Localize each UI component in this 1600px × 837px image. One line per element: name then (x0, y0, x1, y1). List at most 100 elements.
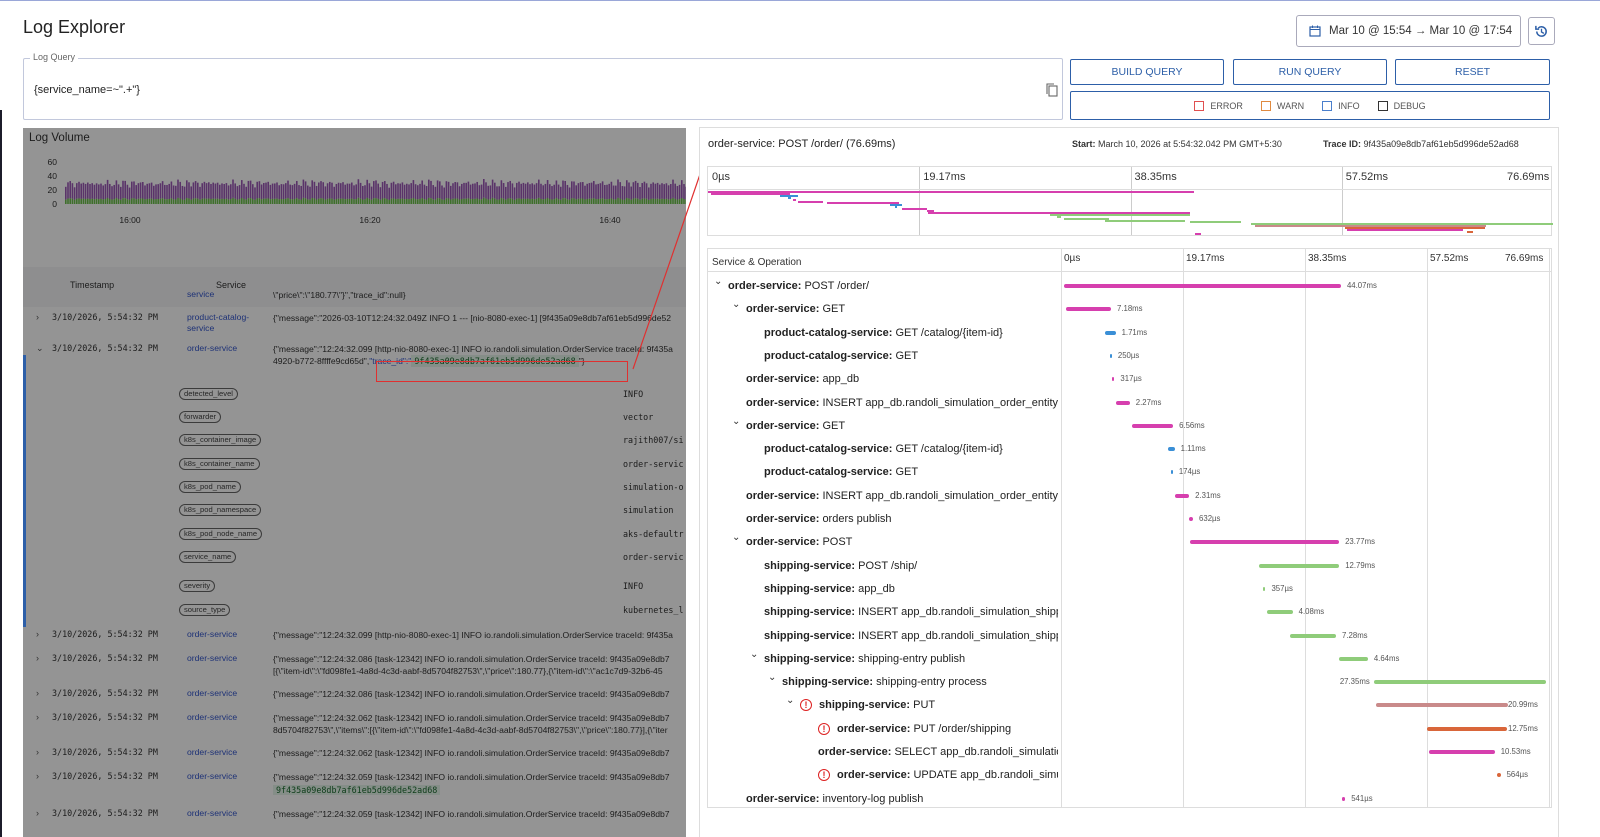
span-bar[interactable] (1497, 773, 1501, 778)
span-duration: 541µs (1351, 793, 1373, 803)
span-bar[interactable] (1112, 377, 1115, 382)
span-row[interactable]: shipping-service: POST /ship/12.79ms (708, 557, 1553, 577)
span-service: shipping-service: (764, 629, 856, 642)
span-op-name: UPDATE app_db.randoli_simulation_order (913, 769, 1058, 782)
span-row[interactable]: order-service: app_db 317µs (708, 370, 1553, 390)
span-service: shipping-service: (782, 676, 874, 689)
span-operation: order-service: UPDATE app_db.randoli_sim… (837, 769, 1058, 781)
span-row[interactable]: order-service: inventory-log publish 541µ… (708, 790, 1553, 810)
timeline-tick: 0µs (712, 171, 730, 183)
chevron-down-icon[interactable]: ⌄ (750, 649, 758, 660)
span-row[interactable]: ⌄ order-service: POST 23.77ms (708, 532, 1553, 553)
span-bar[interactable] (1258, 563, 1340, 568)
span-row[interactable]: ⌄ shipping-service: shipping-entry proces… (708, 672, 1553, 693)
timeline-tick: 19.17ms (1186, 253, 1225, 264)
span-operation: shipping-service: shipping-entry process (782, 676, 1058, 688)
span-bar[interactable] (1189, 517, 1194, 521)
chevron-down-icon[interactable]: ⌄ (732, 416, 740, 427)
span-bar[interactable] (1170, 470, 1173, 475)
span-bar[interactable] (1290, 633, 1336, 638)
span-row[interactable]: shipping-service: INSERT app_db.randoli_… (708, 627, 1553, 647)
span-op-name: INSERT app_db.randoli_simulation_shippin… (858, 606, 1058, 619)
timeline-tick: 0µs (1064, 253, 1081, 264)
chevron-down-icon[interactable]: ⌄ (732, 299, 740, 310)
span-row[interactable]: order-service: INSERT app_db.randoli_sim… (708, 487, 1553, 507)
span-bar[interactable] (1189, 540, 1340, 545)
chevron-down-icon[interactable]: ⌄ (732, 532, 740, 543)
span-row[interactable]: ! order-service: PUT /order/shipping 12.75… (708, 720, 1553, 740)
span-bar[interactable] (1341, 796, 1346, 801)
span-operation: shipping-service: INSERT app_db.randoli_… (764, 630, 1058, 642)
span-row[interactable]: ⌄ order-service: GET 6.56ms (708, 416, 1553, 437)
minimap-span (1195, 232, 1201, 235)
span-row[interactable]: ⌄ order-service: POST /order/44.07ms (708, 276, 1553, 297)
span-bar[interactable] (1373, 680, 1546, 685)
span-duration: 4.64ms (1373, 653, 1400, 663)
span-op-name: PUT (913, 699, 936, 712)
span-operation: order-service: GET (746, 420, 1058, 432)
span-operation: product-catalog-service: GET /catalog/{i… (764, 327, 1058, 339)
span-bar[interactable] (1375, 703, 1508, 708)
span-row[interactable]: product-catalog-service: GET /catalog/{i… (708, 440, 1553, 460)
span-bar[interactable] (1263, 586, 1266, 591)
span-bar[interactable] (1064, 284, 1341, 288)
span-duration: 6.56ms (1179, 420, 1205, 430)
span-bar[interactable] (1338, 656, 1368, 661)
span-operation: shipping-service: PUT (819, 699, 1058, 711)
span-bar[interactable] (1167, 447, 1175, 452)
minimap-span (1104, 219, 1185, 222)
span-duration: 2.27ms (1135, 397, 1162, 407)
span-bar[interactable] (1174, 493, 1190, 498)
span-row[interactable]: order-service: SELECT app_db.randoli_sim… (708, 743, 1553, 763)
span-bar[interactable] (1428, 750, 1495, 754)
span-operation: product-catalog-service: GET (764, 350, 1058, 362)
minimap-divider (708, 189, 1551, 190)
span-row[interactable]: product-catalog-service: GET /catalog/{i… (708, 324, 1553, 344)
span-row[interactable]: ⌄ shipping-service: shipping-entry publis… (708, 649, 1553, 670)
span-row[interactable]: ! order-service: UPDATE app_db.randoli_si… (708, 766, 1553, 786)
minimap-span (1347, 229, 1464, 231)
timeline-tick: 76.69ms (1505, 253, 1544, 264)
span-operation: shipping-service: POST /ship/ (764, 560, 1058, 572)
span-service: order-service: (837, 722, 911, 735)
span-duration: 317µs (1120, 374, 1142, 384)
span-bar[interactable] (1109, 353, 1112, 358)
span-operation: shipping-service: INSERT app_db.randoli_… (764, 606, 1058, 618)
chevron-down-icon[interactable]: ⌄ (786, 695, 794, 706)
span-service: order-service: (728, 280, 802, 292)
span-service: order-service: (746, 396, 820, 409)
trace-minimap[interactable]: 0µs 19.17ms 38.35ms 57.52ms 76.69ms (707, 166, 1553, 236)
span-row[interactable]: shipping-service: INSERT app_db.randoli_… (708, 603, 1553, 623)
span-row[interactable]: shipping-service: app_db 357µs (708, 580, 1553, 600)
grid-line (919, 167, 921, 235)
span-row[interactable]: product-catalog-service: GET 174µs (708, 463, 1553, 483)
span-bar[interactable] (1131, 423, 1174, 428)
trace-id: Trace ID: 9f435a09e8db7af61eb5d996de52ad… (1323, 139, 1519, 149)
span-operation: order-service: orders publish (746, 513, 1058, 525)
span-bar[interactable] (1115, 400, 1130, 405)
span-duration: 44.07ms (1346, 281, 1377, 290)
span-row[interactable]: order-service: INSERT app_db.randoli_sim… (708, 394, 1553, 414)
span-bar[interactable] (1065, 307, 1111, 312)
span-row[interactable]: product-catalog-service: GET 250µs (708, 347, 1553, 367)
span-bar[interactable] (1267, 610, 1293, 615)
timeline-tick: 57.52ms (1345, 171, 1388, 183)
minimap-span (788, 196, 792, 199)
chevron-down-icon[interactable]: ⌄ (714, 276, 722, 287)
span-op-name: INSERT app_db.randoli_simulation_order_e… (822, 489, 1058, 502)
minimap-span (826, 202, 900, 205)
minimap-span (895, 206, 898, 209)
span-bar[interactable] (1104, 330, 1116, 335)
span-row[interactable]: ⌄! shipping-service: PUT 20.99ms (708, 695, 1553, 716)
span-operation: order-service: POST /order/ (728, 280, 1058, 292)
span-service: product-catalog-service: (764, 349, 893, 362)
span-service: shipping-service: (764, 606, 856, 619)
span-service: shipping-service: (764, 559, 856, 572)
minimap-span (1189, 221, 1241, 224)
span-row[interactable]: order-service: orders publish 632µs (708, 510, 1553, 530)
span-row[interactable]: ⌄ order-service: GET 7.18ms (708, 299, 1553, 320)
span-op-name: POST (822, 536, 853, 549)
span-bar[interactable] (1427, 726, 1508, 731)
chevron-down-icon[interactable]: ⌄ (768, 672, 776, 683)
minimap-span (1467, 230, 1474, 233)
